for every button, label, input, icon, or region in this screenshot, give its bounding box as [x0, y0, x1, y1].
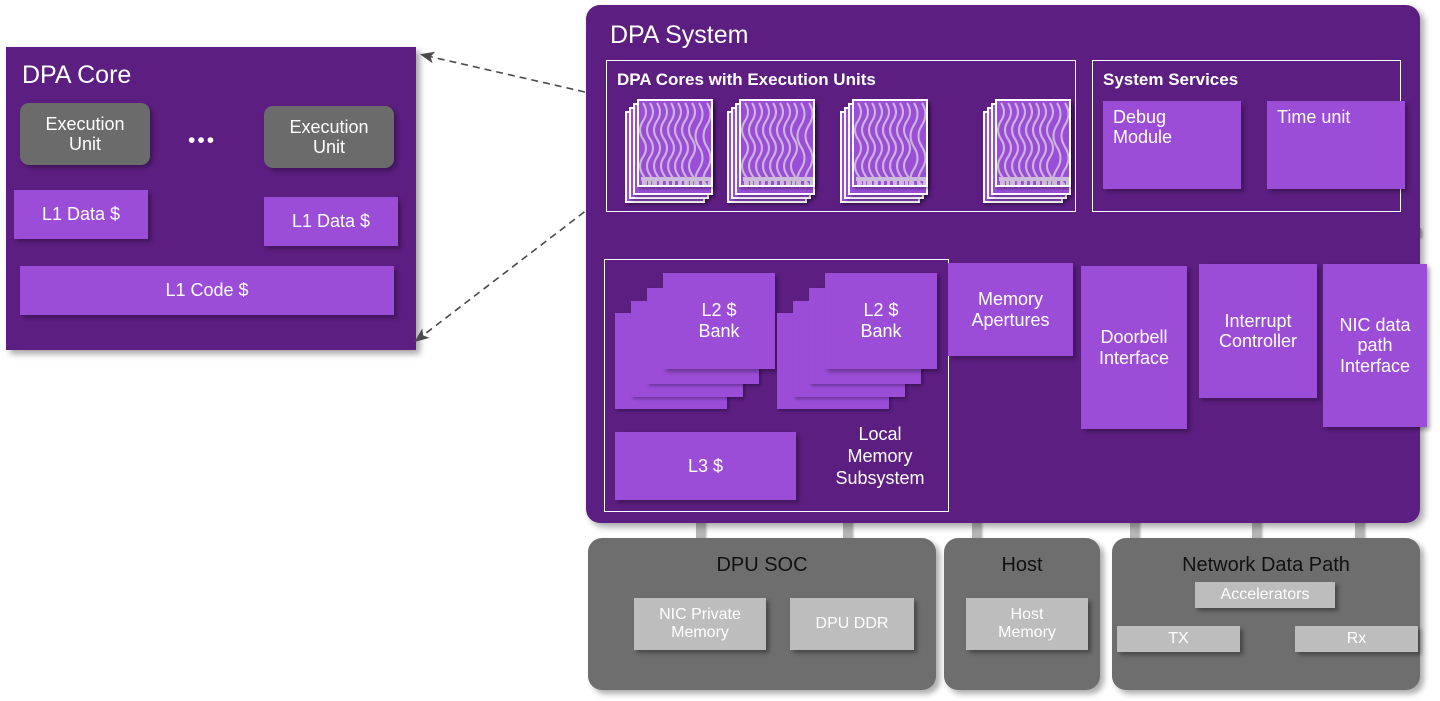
- network-data-path-panel: Network Data Path Accelerators TX Rx: [1112, 538, 1420, 690]
- dpa-core-icon-1: [625, 99, 713, 203]
- accelerators-block: Accelerators: [1195, 582, 1335, 608]
- debug-module-block: Debug Module: [1103, 101, 1241, 189]
- l3-cache-block: L3 $: [615, 432, 796, 500]
- system-services-title: System Services: [1103, 70, 1239, 89]
- system-services-group: System Services Debug Module Time unit: [1092, 60, 1405, 212]
- debug-module-label-1: Debug: [1113, 107, 1167, 127]
- l1-code-cache: L1 Code $: [20, 266, 394, 315]
- host-memory-label-1: Host: [1010, 605, 1044, 623]
- l2-bank-right: L2 $ Bank: [825, 273, 937, 369]
- execution-unit-right: Execution Unit: [264, 106, 394, 168]
- dpa-core-icon-4: [983, 99, 1071, 203]
- l2-bank-left-label-2: Bank: [698, 321, 740, 341]
- time-unit-label: Time unit: [1277, 107, 1351, 127]
- l2-bank-left-stack: L2 $ Bank: [615, 268, 787, 409]
- host-title: Host: [1001, 554, 1043, 576]
- doorbell-interface-label-1: Doorbell: [1100, 327, 1168, 348]
- interrupt-controller-label-1: Interrupt: [1224, 310, 1292, 331]
- dpa-core-icon-2: [727, 99, 815, 203]
- dpa-cores-group-title: DPA Cores with Execution Units: [617, 70, 876, 89]
- execution-unit-right-label-1: Execution: [289, 116, 369, 137]
- host-panel: Host Host Memory: [944, 538, 1100, 690]
- execution-unit-left: Execution Unit: [20, 103, 150, 165]
- time-unit-block: Time unit: [1267, 101, 1405, 189]
- dpa-system-title: DPA System: [610, 21, 749, 49]
- cpu-stack-icon: [739, 99, 815, 187]
- dpa-cores-group: DPA Cores with Execution Units: [606, 60, 1076, 212]
- l1-data-cache-right: L1 Data $: [264, 197, 398, 246]
- interrupt-controller-label-2: Controller: [1218, 331, 1298, 351]
- l2-bank-right-label-1: L2 $: [863, 300, 899, 321]
- nic-datapath-label-1: NIC data: [1339, 315, 1411, 336]
- cpu-stack-icon: [852, 99, 928, 187]
- local-memory-subsystem-title: Local Memory Subsystem: [819, 424, 941, 490]
- lms-title-line-3: Subsystem: [835, 467, 925, 488]
- execution-unit-left-label-1: Execution: [45, 113, 125, 134]
- dpa-system-panel: DPA System DPA Cores with Execution Unit…: [586, 5, 1427, 523]
- host-memory-label-2: Memory: [998, 624, 1056, 641]
- execution-unit-ellipsis: •••: [188, 129, 217, 152]
- memory-apertures-label-2: Apertures: [971, 309, 1050, 330]
- nic-datapath-label-3: Interface: [1339, 355, 1411, 376]
- l1-data-cache-left: L1 Data $: [14, 190, 148, 239]
- l2-bank-left-label-1: L2 $: [701, 300, 737, 321]
- memory-apertures-block: Memory Apertures: [948, 263, 1073, 356]
- dpa-core-icon-3: [840, 99, 928, 203]
- interrupt-controller-block: Interrupt Controller: [1199, 264, 1317, 398]
- l2-bank-left: L2 $ Bank: [663, 273, 775, 369]
- dpa-core-panel: DPA Core Execution Unit ••• Execution Un…: [6, 47, 416, 350]
- dpa-core-title: DPA Core: [22, 61, 132, 89]
- dpu-soc-panel: DPU SOC NIC Private Memory DPU DDR: [588, 538, 936, 690]
- tx-block: TX: [1117, 626, 1240, 652]
- cpu-stack-icon: [637, 99, 713, 187]
- debug-module-label-2: Module: [1113, 127, 1173, 148]
- doorbell-interface-block: Doorbell Interface: [1081, 266, 1187, 429]
- memory-apertures-label-1: Memory: [977, 289, 1043, 310]
- execution-unit-left-label-2: Unit: [68, 134, 101, 154]
- l2-bank-right-stack: L2 $ Bank: [777, 268, 949, 409]
- nic-private-memory-label-2: Memory: [671, 624, 729, 641]
- l2-bank-right-label-2: Bank: [860, 321, 902, 341]
- nic-private-memory-label-1: NIC Private: [659, 605, 741, 623]
- network-data-path-title: Network Data Path: [1182, 554, 1350, 576]
- execution-unit-right-label-2: Unit: [312, 137, 345, 157]
- local-memory-subsystem-group: Local Memory Subsystem L2 $ Bank L2 $ Ba…: [604, 259, 949, 512]
- lms-title-line-2: Memory: [847, 445, 913, 466]
- callout-line-bottom: [414, 189, 614, 342]
- nic-private-memory-block: NIC Private Memory: [634, 598, 766, 650]
- rx-block: Rx: [1295, 626, 1418, 652]
- dpu-ddr-block: DPU DDR: [790, 598, 914, 650]
- doorbell-interface-label-2: Interface: [1098, 347, 1170, 368]
- cpu-stack-icon: [995, 99, 1071, 187]
- dpu-soc-title: DPU SOC: [716, 554, 808, 576]
- host-memory-block: Host Memory: [966, 598, 1088, 650]
- nic-datapath-label-2: path: [1357, 335, 1393, 356]
- nic-datapath-interface-block: NIC data path Interface: [1323, 264, 1427, 427]
- lms-title-line-1: Local: [858, 424, 902, 444]
